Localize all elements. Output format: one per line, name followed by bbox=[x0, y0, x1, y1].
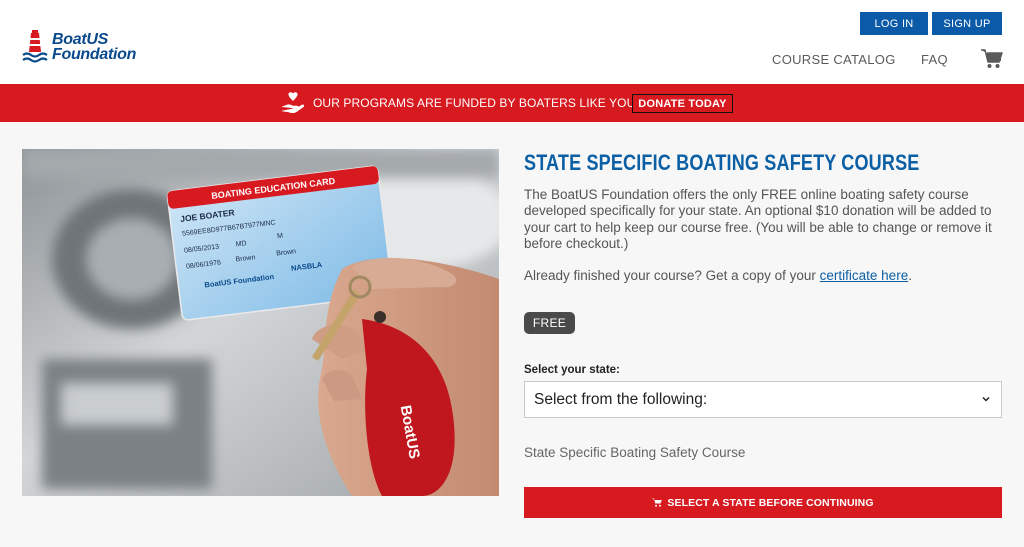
nav-course-catalog[interactable]: COURSE CATALOG bbox=[772, 52, 896, 67]
banner-text: OUR PROGRAMS ARE FUNDED BY BOATERS LIKE … bbox=[313, 96, 639, 110]
boatus-foundation-logo[interactable]: BoatUS Foundation bbox=[22, 30, 136, 64]
signup-button[interactable]: SIGN UP bbox=[932, 12, 1002, 35]
donate-today-button[interactable]: DONATE TODAY bbox=[632, 94, 733, 113]
boating-card-photo: BOATING EDUCATION CARD JOE BOATER 5569EE… bbox=[22, 149, 499, 496]
finished-course-text: Already finished your course? Get a copy… bbox=[524, 268, 912, 283]
cta-label: SELECT A STATE BEFORE CONTINUING bbox=[667, 496, 874, 509]
price-badge: FREE bbox=[524, 312, 575, 334]
card-sex: M bbox=[277, 233, 284, 241]
site-header: BoatUS Foundation LOG IN SIGN UP COURSE … bbox=[0, 0, 1024, 84]
course-description: The BoatUS Foundation offers the only FR… bbox=[524, 187, 992, 252]
certificate-link[interactable]: certificate here bbox=[820, 268, 909, 283]
page-title: STATE SPECIFIC BOATING SAFETY COURSE bbox=[524, 150, 920, 175]
lighthouse-icon bbox=[22, 30, 48, 63]
photo-illustration: BOATING EDUCATION CARD JOE BOATER 5569EE… bbox=[22, 149, 499, 496]
login-button[interactable]: LOG IN bbox=[860, 12, 928, 35]
cart-icon bbox=[652, 498, 663, 507]
logo-line-1: BoatUS bbox=[52, 31, 108, 48]
state-select-label: Select your state: bbox=[524, 364, 620, 376]
chevron-down-icon bbox=[982, 396, 990, 402]
heart-hand-icon bbox=[281, 92, 305, 114]
finished-text: Already finished your course? Get a copy… bbox=[524, 268, 820, 283]
card-state: MD bbox=[235, 240, 247, 248]
nav-faq[interactable]: FAQ bbox=[921, 52, 948, 67]
shopping-cart-icon[interactable] bbox=[981, 49, 1003, 69]
select-state-continue-button[interactable]: SELECT A STATE BEFORE CONTINUING bbox=[524, 487, 1002, 518]
state-select[interactable]: Select from the following: bbox=[524, 381, 1002, 418]
course-name: State Specific Boating Safety Course bbox=[524, 445, 746, 460]
logo-line-2: Foundation bbox=[52, 46, 137, 63]
donation-banner: OUR PROGRAMS ARE FUNDED BY BOATERS LIKE … bbox=[0, 84, 1024, 122]
finished-period: . bbox=[908, 268, 912, 283]
state-select-value: Select from the following: bbox=[534, 390, 708, 408]
